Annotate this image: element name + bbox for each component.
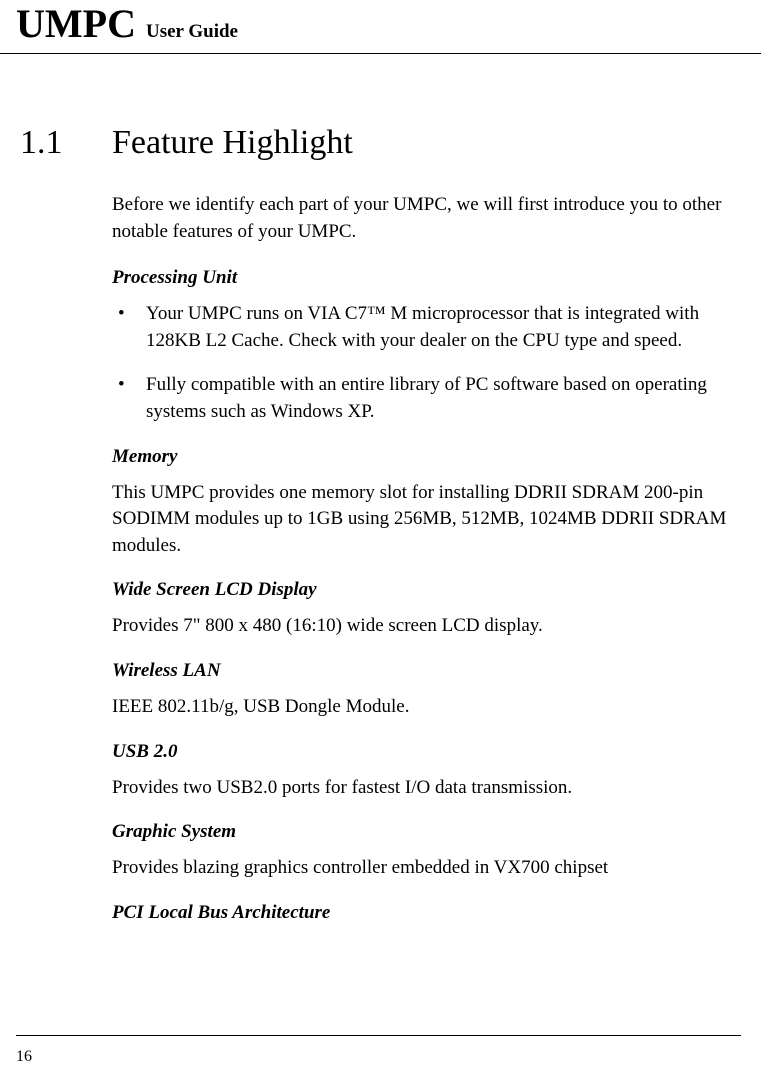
footer-rule: [16, 1035, 741, 1036]
section-number: 1.1: [20, 124, 112, 162]
header-brand: UMPC: [16, 1, 136, 46]
page-content: 1.1 Feature Highlight Before we identify…: [0, 124, 761, 924]
memory-heading: Memory: [112, 446, 731, 468]
section-heading-row: 1.1 Feature Highlight: [20, 124, 731, 162]
header-sub: User Guide: [146, 21, 238, 42]
section-title: Feature Highlight: [112, 124, 353, 162]
graphic-heading: Graphic System: [112, 821, 731, 843]
usb-body: Provides two USB2.0 ports for fastest I/…: [112, 775, 731, 802]
list-item: Your UMPC runs on VIA C7™ M microprocess…: [112, 301, 731, 354]
processing-heading: Processing Unit: [112, 267, 731, 289]
pci-heading: PCI Local Bus Architecture: [112, 902, 731, 924]
section-intro: Before we identify each part of your UMP…: [112, 192, 731, 245]
processing-bullets: Your UMPC runs on VIA C7™ M microprocess…: [112, 301, 731, 425]
page-number: 16: [16, 1048, 32, 1066]
wlan-heading: Wireless LAN: [112, 660, 731, 682]
display-body: Provides 7" 800 x 480 (16:10) wide scree…: [112, 613, 731, 640]
list-item: Fully compatible with an entire library …: [112, 372, 731, 425]
wlan-body: IEEE 802.11b/g, USB Dongle Module.: [112, 694, 731, 721]
graphic-body: Provides blazing graphics controller emb…: [112, 855, 731, 882]
page-header: UMPC User Guide: [0, 0, 761, 54]
memory-body: This UMPC provides one memory slot for i…: [112, 480, 731, 560]
display-heading: Wide Screen LCD Display: [112, 579, 731, 601]
usb-heading: USB 2.0: [112, 741, 731, 763]
